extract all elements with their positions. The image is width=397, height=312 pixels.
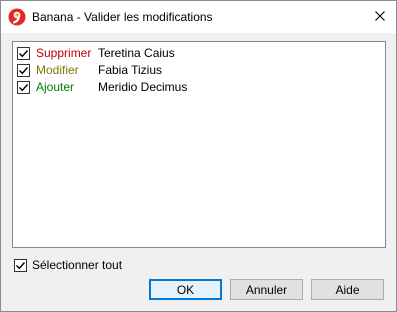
list-item[interactable]: Modifier Fabia Tizius [17, 62, 377, 78]
change-name-label: Meridio Decimus [98, 80, 188, 94]
dialog-window: Banana - Valider les modifications Suppr… [0, 0, 397, 312]
checkbox[interactable] [17, 63, 30, 77]
help-button[interactable]: Aide [311, 279, 384, 300]
select-all-label[interactable]: Sélectionner tout [32, 258, 122, 272]
checkmark-icon [19, 66, 29, 74]
cancel-button[interactable]: Annuler [230, 279, 303, 300]
change-action-label: Ajouter [36, 80, 75, 94]
change-name-label: Teretina Caius [98, 46, 175, 60]
checkmark-icon [19, 49, 29, 57]
close-button[interactable] [363, 1, 396, 33]
change-name-label: Fabia Tizius [98, 63, 163, 77]
ok-button[interactable]: OK [149, 279, 222, 300]
close-icon [374, 10, 385, 24]
banana-app-icon [8, 8, 26, 26]
title-bar[interactable]: Banana - Valider les modifications [1, 1, 396, 33]
checkmark-icon [19, 83, 29, 91]
change-action-label: Supprimer [36, 46, 92, 60]
change-action-label: Modifier [36, 63, 79, 77]
checkmark-icon [16, 261, 26, 269]
list-item[interactable]: Ajouter Meridio Decimus [17, 79, 377, 95]
select-all-checkbox[interactable] [14, 258, 27, 272]
list-item[interactable]: Supprimer Teretina Caius [17, 45, 377, 61]
select-all-checkbox-row[interactable]: Sélectionner tout [14, 257, 122, 273]
window-title: Banana - Valider les modifications [32, 10, 213, 24]
changes-list[interactable]: Supprimer Teretina Caius Modifier Fabia … [12, 41, 386, 248]
checkbox[interactable] [17, 46, 30, 60]
checkbox[interactable] [17, 80, 30, 94]
